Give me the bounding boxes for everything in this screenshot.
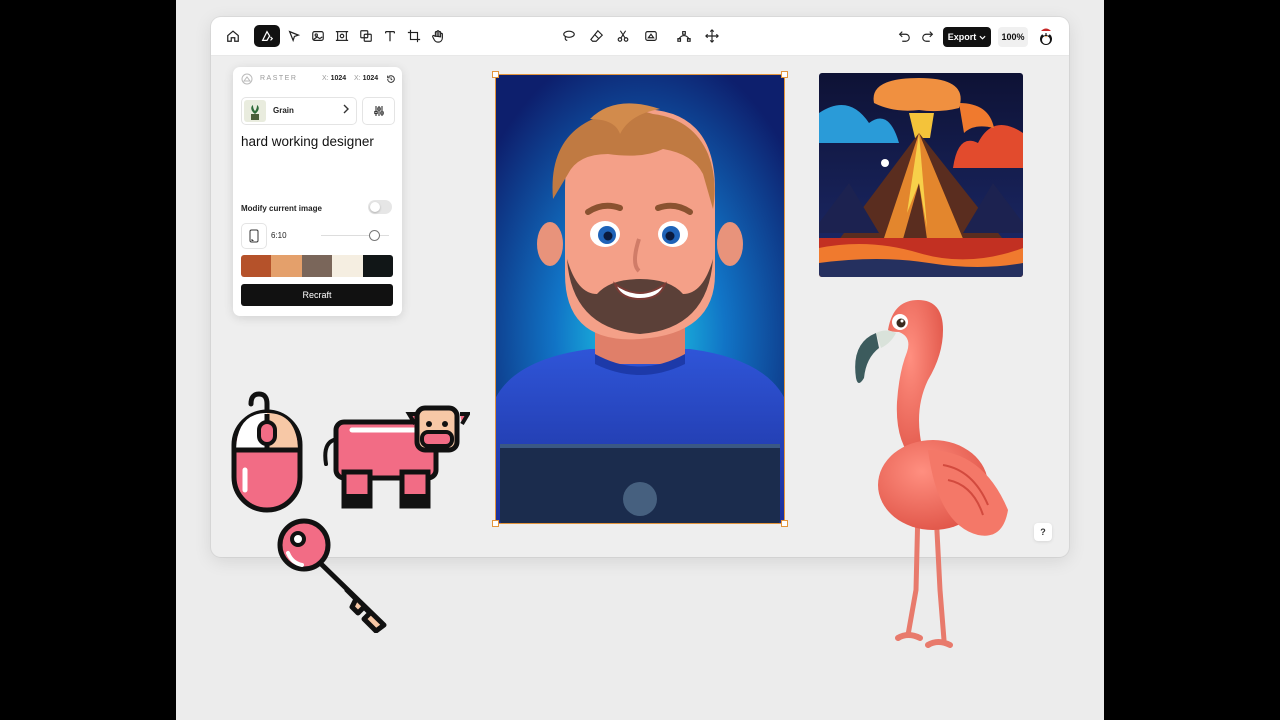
recraft-panel: RASTER X: 1024 X: 1024 Grain hard workin…	[233, 67, 402, 316]
sliders-icon	[373, 106, 384, 116]
phone-ratio-icon	[249, 229, 259, 243]
palette-swatch[interactable]	[301, 255, 333, 277]
aspect-ratio-value: 6:10	[271, 231, 287, 240]
redo-icon[interactable]	[917, 25, 939, 47]
lasso-icon[interactable]	[558, 25, 580, 47]
mouse-sticker[interactable]	[231, 390, 303, 514]
user-avatar[interactable]	[1035, 25, 1057, 47]
palette-swatch[interactable]	[271, 255, 302, 277]
layer-type-label: RASTER	[260, 75, 298, 82]
home-icon[interactable]	[222, 25, 244, 47]
vectorize-icon[interactable]	[673, 25, 695, 47]
move-icon[interactable]	[701, 25, 723, 47]
key-sticker[interactable]	[276, 517, 394, 634]
width-value: 1024	[330, 75, 347, 82]
width-readout: X: 1024	[322, 75, 346, 82]
modify-toggle[interactable]	[368, 200, 392, 214]
top-toolbar: Export 100%	[211, 17, 1069, 56]
raster-icon	[241, 73, 253, 85]
help-button[interactable]: ?	[1034, 523, 1052, 541]
export-label: Export	[947, 32, 977, 42]
inpaint-icon[interactable]	[640, 25, 662, 47]
frame-image-icon[interactable]	[331, 25, 353, 47]
eraser-icon[interactable]	[586, 25, 608, 47]
resize-handle[interactable]	[492, 71, 499, 78]
video-frame: Export 100% RASTER X: 1024 X: 1024 Grain…	[176, 0, 1104, 720]
pointer-icon[interactable]	[283, 25, 305, 47]
style-icon[interactable]	[254, 25, 280, 47]
shapes-icon[interactable]	[355, 25, 377, 47]
text-icon[interactable]	[379, 25, 401, 47]
resize-handle[interactable]	[492, 520, 499, 527]
palette-swatch[interactable]	[362, 255, 393, 277]
zoom-level[interactable]: 100%	[998, 27, 1028, 47]
hand-icon[interactable]	[427, 25, 449, 47]
style-selector[interactable]: Grain	[241, 97, 357, 125]
aspect-ratio-button[interactable]	[241, 223, 267, 249]
style-thumbnail	[244, 100, 266, 122]
crop-icon[interactable]	[403, 25, 425, 47]
width-label: X:	[322, 75, 329, 82]
image-icon[interactable]	[307, 25, 329, 47]
style-settings-button[interactable]	[362, 97, 395, 125]
palette-swatch[interactable]	[332, 255, 363, 277]
chevron-down-icon	[979, 35, 986, 40]
history-icon[interactable]	[386, 74, 396, 84]
prompt-input[interactable]: hard working designer	[241, 134, 374, 149]
designer-portrait[interactable]	[492, 71, 788, 527]
ratio-slider-handle[interactable]	[369, 230, 380, 241]
resize-handle[interactable]	[781, 71, 788, 78]
style-name: Grain	[273, 106, 294, 115]
color-palette[interactable]	[241, 255, 393, 277]
palette-swatch[interactable]	[241, 255, 272, 277]
resize-handle[interactable]	[781, 520, 788, 527]
scissors-icon[interactable]	[612, 25, 634, 47]
export-button[interactable]: Export	[943, 27, 991, 47]
flamingo-3d[interactable]	[848, 290, 1018, 660]
recraft-button[interactable]: Recraft	[241, 284, 393, 306]
panel-header: RASTER X: 1024 X: 1024	[233, 67, 402, 91]
height-readout: X: 1024	[354, 75, 378, 82]
cow-sticker[interactable]	[322, 402, 472, 512]
chevron-right-icon	[343, 104, 349, 114]
volcano-illustration[interactable]	[819, 73, 1023, 277]
undo-icon[interactable]	[893, 25, 915, 47]
height-label: X:	[354, 75, 361, 82]
modify-label: Modify current image	[241, 204, 322, 213]
height-value: 1024	[362, 75, 379, 82]
